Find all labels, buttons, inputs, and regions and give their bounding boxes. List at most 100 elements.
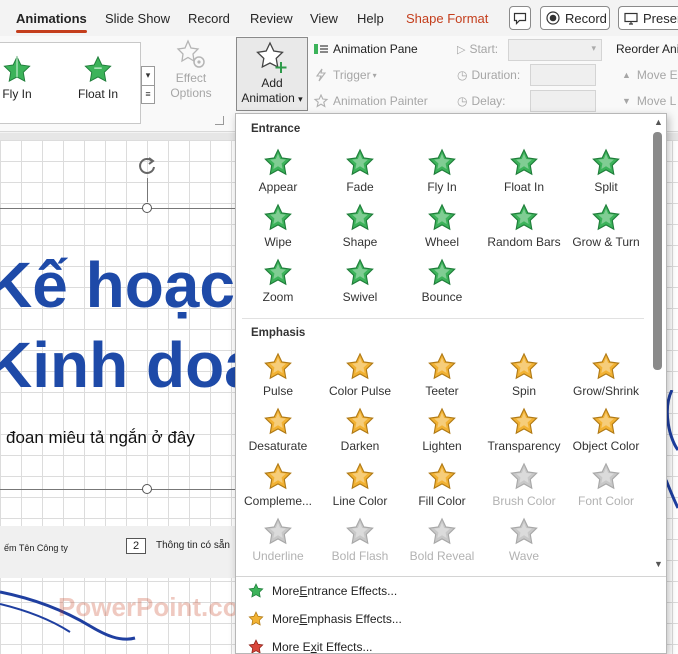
slide-title-line-2[interactable]: Kinh doa xyxy=(0,328,260,402)
effect-teeter[interactable]: Teeter xyxy=(401,352,483,398)
effect-lighten[interactable]: Lighten xyxy=(401,407,483,453)
effect-shape-star-icon xyxy=(346,203,374,231)
effect-object-color-star-icon xyxy=(592,407,620,435)
scroll-down-icon[interactable]: ▼ xyxy=(654,559,663,569)
gallery-scroll[interactable]: ▾ ≡ xyxy=(141,66,155,104)
effect-grow-shrink[interactable]: Grow/Shrink xyxy=(565,352,647,398)
effect-wheel-star-icon xyxy=(428,203,456,231)
effect-darken-star-icon xyxy=(346,407,374,435)
slide-subtitle[interactable]: đoan miêu tả ngắn ở đây xyxy=(6,428,195,448)
resize-handle-top[interactable] xyxy=(142,203,152,213)
effect-swivel[interactable]: Swivel xyxy=(319,258,401,304)
effect-bold-flash: Bold Flash xyxy=(319,517,401,563)
effect-color-pulse[interactable]: Color Pulse xyxy=(319,352,401,398)
ribbon-tab-bar: Animations Slide Show Record Review View… xyxy=(0,0,678,36)
more-entrance-effects-item[interactable]: More Entrance Effects... xyxy=(248,583,397,599)
gallery-label: Float In xyxy=(77,87,119,101)
effect-line-color[interactable]: Line Color xyxy=(319,462,401,508)
effect-label: Grow & Turn xyxy=(572,235,640,249)
effect-wipe[interactable]: Wipe xyxy=(237,203,319,249)
move-later-button[interactable]: ▼ Move L xyxy=(622,94,676,108)
more-exit-effects-item[interactable]: More Ex it Effects... xyxy=(248,639,373,653)
tab-record[interactable]: Record xyxy=(188,11,230,26)
effect-shape[interactable]: Shape xyxy=(319,203,401,249)
effect-label: Wave xyxy=(508,549,540,563)
effect-grow-turn[interactable]: Grow & Turn xyxy=(565,203,647,249)
effect-fly-in[interactable]: Fly In xyxy=(401,148,483,194)
effect-compleme[interactable]: Compleme... xyxy=(237,462,319,508)
tab-view[interactable]: View xyxy=(310,11,338,26)
effect-darken[interactable]: Darken xyxy=(319,407,401,453)
rotate-stem xyxy=(147,178,148,202)
effect-underline: Underline xyxy=(237,517,319,563)
access-key: E xyxy=(299,612,308,626)
add-animation-button[interactable]: Add Animation ▾ xyxy=(236,37,308,111)
footer-info-text[interactable]: Thông tin có sẵn xyxy=(156,540,230,551)
move-earlier-button[interactable]: ▲ Move E xyxy=(622,68,678,82)
exit-star-icon xyxy=(248,639,264,653)
effect-wheel[interactable]: Wheel xyxy=(401,203,483,249)
present-button[interactable]: Presen xyxy=(618,6,678,30)
tab-slide-show[interactable]: Slide Show xyxy=(105,11,170,26)
effect-transparency[interactable]: Transparency xyxy=(483,407,565,453)
tab-review[interactable]: Review xyxy=(250,11,293,26)
record-label: Record xyxy=(565,10,607,26)
effect-label: Bold Reveal xyxy=(409,549,475,563)
resize-handle-bottom[interactable] xyxy=(142,484,152,494)
start-combo[interactable]: ▾ xyxy=(508,39,602,61)
effect-underline-star-icon xyxy=(264,517,292,545)
effect-fill-color[interactable]: Fill Color xyxy=(401,462,483,508)
effect-spin[interactable]: Spin xyxy=(483,352,565,398)
gallery-item-fly-in[interactable]: Fly In xyxy=(0,55,47,101)
effect-zoom-star-icon xyxy=(264,258,292,286)
effect-split[interactable]: Split xyxy=(565,148,647,194)
effect-label: Underline xyxy=(252,549,304,563)
record-button[interactable]: Record xyxy=(540,6,610,30)
effect-fade[interactable]: Fade xyxy=(319,148,401,194)
effect-pulse[interactable]: Pulse xyxy=(237,352,319,398)
scroll-up-icon[interactable]: ▲ xyxy=(654,117,663,127)
effect-label: Lighten xyxy=(422,439,462,453)
comments-button[interactable] xyxy=(509,6,531,30)
effect-lighten-star-icon xyxy=(428,407,456,435)
duration-label: Duration: xyxy=(471,68,521,82)
more-emphasis-effects-item[interactable]: More Emphasis Effects... xyxy=(248,611,402,627)
tab-shape-format[interactable]: Shape Format xyxy=(406,11,488,26)
effect-zoom[interactable]: Zoom xyxy=(237,258,319,304)
effect-desaturate[interactable]: Desaturate xyxy=(237,407,319,453)
footer-company-name[interactable]: ếm Tên Công ty xyxy=(4,543,68,553)
animation-pane-button[interactable]: Animation Pane xyxy=(313,42,418,56)
footer-page-number[interactable]: 2 xyxy=(126,538,146,554)
gallery-more-icon[interactable]: ≡ xyxy=(142,86,154,105)
play-icon: ▷ xyxy=(457,43,466,56)
effect-bounce[interactable]: Bounce xyxy=(401,258,483,304)
tab-help[interactable]: Help xyxy=(357,11,384,26)
animation-pane-label: Animation Pane xyxy=(333,42,418,56)
effect-label: Object Color xyxy=(572,439,640,453)
duration-spinner[interactable] xyxy=(530,64,596,86)
reorder-label: Reorder Ani xyxy=(616,42,678,56)
tab-animations[interactable]: Animations xyxy=(16,11,87,33)
effect-fade-star-icon xyxy=(346,148,374,176)
dialog-launcher-icon[interactable] xyxy=(215,116,224,125)
rotate-handle-icon[interactable] xyxy=(136,156,158,178)
effect-label: Random Bars xyxy=(487,235,561,249)
effect-split-star-icon xyxy=(592,148,620,176)
effect-options-button[interactable]: Effect Options xyxy=(166,38,216,101)
effect-object-color[interactable]: Object Color xyxy=(565,407,647,453)
trigger-button[interactable]: Trigger ▾ xyxy=(313,68,377,82)
gallery-item-float-in[interactable]: Float In xyxy=(68,55,128,101)
start-label: Start: xyxy=(469,42,499,56)
scrollbar-thumb[interactable] xyxy=(653,132,662,370)
effect-appear[interactable]: Appear xyxy=(237,148,319,194)
effect-label: Pulse xyxy=(262,384,294,398)
gallery-label: Fly In xyxy=(2,87,32,101)
float-in-star-icon xyxy=(84,55,112,83)
animation-painter-button[interactable]: Animation Painter xyxy=(313,94,428,108)
effect-random-bars[interactable]: Random Bars xyxy=(483,203,565,249)
slide-title-line-1[interactable]: Kế hoạch xyxy=(0,248,274,322)
effect-float-in[interactable]: Float In xyxy=(483,148,565,194)
effect-label: Desaturate xyxy=(248,439,308,453)
chevron-down-icon[interactable]: ▾ xyxy=(142,67,154,86)
delay-spinner[interactable] xyxy=(530,90,596,112)
